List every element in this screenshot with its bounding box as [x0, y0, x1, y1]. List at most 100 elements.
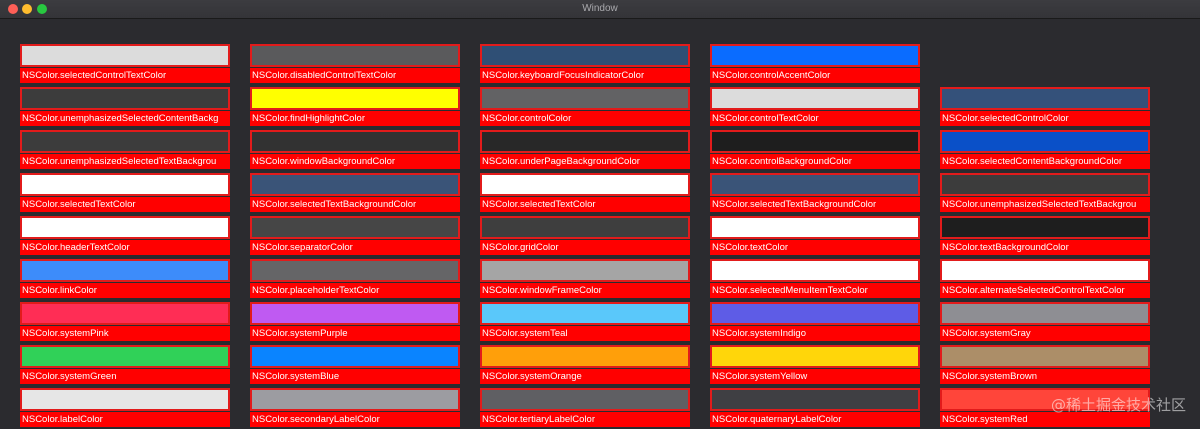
color-cell: NSColor.quaternaryLabelColor — [710, 388, 920, 428]
color-swatch-grid: NSColor.selectedControlTextColor NSColor.… — [0, 0, 1200, 429]
color-cell: NSColor.systemGray — [940, 302, 1150, 342]
color-cell: NSColor.underPageBackgroundColor — [480, 130, 690, 170]
color-cell: NSColor.systemOrange — [480, 345, 690, 385]
color-name-label: NSColor.quaternaryLabelColor — [710, 412, 920, 427]
color-cell: NSColor.controlBackgroundColor — [710, 130, 920, 170]
color-cell: NSColor.controlAccentColor — [710, 44, 920, 84]
color-name-label: NSColor.unemphasizedSelectedTextBackgrou — [20, 154, 230, 169]
color-swatch — [20, 87, 230, 110]
color-swatch — [250, 87, 460, 110]
color-name-label: NSColor.selectedTextColor — [480, 197, 690, 212]
color-cell: NSColor.selectedMenuItemTextColor — [710, 259, 920, 299]
color-swatch — [940, 345, 1150, 368]
color-name-label: NSColor.linkColor — [20, 283, 230, 298]
color-cell: NSColor.findHighlightColor — [250, 87, 460, 127]
color-cell: NSColor.systemYellow — [710, 345, 920, 385]
color-cell: NSColor.systemBrown — [940, 345, 1150, 385]
color-cell: NSColor.disabledControlTextColor — [250, 44, 460, 84]
color-cell: NSColor.systemIndigo — [710, 302, 920, 342]
color-swatch — [940, 130, 1150, 153]
color-swatch — [480, 345, 690, 368]
color-cell: NSColor.controlColor — [480, 87, 690, 127]
color-cell: NSColor.keyboardFocusIndicatorColor — [480, 44, 690, 84]
color-name-label: NSColor.disabledControlTextColor — [250, 68, 460, 83]
color-swatch — [20, 44, 230, 67]
color-swatch — [940, 302, 1150, 325]
color-name-label: NSColor.controlColor — [480, 111, 690, 126]
color-cell: NSColor.selectedTextColor — [20, 173, 230, 213]
color-name-label: NSColor.tertiaryLabelColor — [480, 412, 690, 427]
color-name-label: NSColor.textColor — [710, 240, 920, 255]
color-swatch — [710, 130, 920, 153]
color-name-label: NSColor.systemGreen — [20, 369, 230, 384]
color-swatch — [250, 173, 460, 196]
color-cell: NSColor.textBackgroundColor — [940, 216, 1150, 256]
color-swatch — [250, 216, 460, 239]
watermark: @稀土掘金技术社区 — [1050, 396, 1186, 414]
color-name-label: NSColor.systemYellow — [710, 369, 920, 384]
color-name-label: NSColor.selectedTextColor — [20, 197, 230, 212]
color-swatch — [480, 130, 690, 153]
color-name-label: NSColor.systemOrange — [480, 369, 690, 384]
color-swatch — [710, 345, 920, 368]
color-name-label: NSColor.alternateSelectedControlTextColo… — [940, 283, 1150, 298]
color-swatch — [250, 130, 460, 153]
color-cell: NSColor.headerTextColor — [20, 216, 230, 256]
color-swatch — [710, 259, 920, 282]
color-swatch — [20, 130, 230, 153]
color-cell: NSColor.selectedControlColor — [940, 87, 1150, 127]
color-swatch — [480, 388, 690, 411]
color-swatch — [710, 173, 920, 196]
color-name-label: NSColor.unemphasizedSelectedContentBackg — [20, 111, 230, 126]
color-swatch — [480, 302, 690, 325]
color-swatch — [710, 302, 920, 325]
color-swatch — [250, 44, 460, 67]
color-swatch — [480, 87, 690, 110]
color-name-label: NSColor.windowBackgroundColor — [250, 154, 460, 169]
color-cell: NSColor.unemphasizedSelectedTextBackgrou — [20, 130, 230, 170]
color-cell: NSColor.unemphasizedSelectedContentBackg — [20, 87, 230, 127]
color-swatch — [20, 259, 230, 282]
color-swatch — [20, 388, 230, 411]
color-swatch — [710, 44, 920, 67]
color-cell: NSColor.systemGreen — [20, 345, 230, 385]
color-swatch — [20, 173, 230, 196]
color-cell: NSColor.systemPink — [20, 302, 230, 342]
color-cell: NSColor.secondaryLabelColor — [250, 388, 460, 428]
color-name-label: NSColor.selectedControlColor — [940, 111, 1150, 126]
color-name-label: NSColor.headerTextColor — [20, 240, 230, 255]
color-name-label: NSColor.selectedTextBackgroundColor — [250, 197, 460, 212]
color-name-label: NSColor.unemphasizedSelectedTextBackgrou — [940, 197, 1150, 212]
color-cell: NSColor.gridColor — [480, 216, 690, 256]
color-swatch — [480, 216, 690, 239]
color-swatch — [940, 259, 1150, 282]
color-cell: NSColor.selectedTextBackgroundColor — [250, 173, 460, 213]
color-name-label: NSColor.systemIndigo — [710, 326, 920, 341]
color-name-label: NSColor.textBackgroundColor — [940, 240, 1150, 255]
color-swatch — [940, 216, 1150, 239]
color-name-label: NSColor.placeholderTextColor — [250, 283, 460, 298]
color-swatch — [940, 173, 1150, 196]
color-cell: NSColor.placeholderTextColor — [250, 259, 460, 299]
color-cell: NSColor.systemPurple — [250, 302, 460, 342]
color-cell: NSColor.selectedControlTextColor — [20, 44, 230, 84]
color-name-label: NSColor.selectedMenuItemTextColor — [710, 283, 920, 298]
color-cell: NSColor.textColor — [710, 216, 920, 256]
color-name-label: NSColor.controlAccentColor — [710, 68, 920, 83]
color-swatch — [480, 44, 690, 67]
color-cell: NSColor.unemphasizedSelectedTextBackgrou — [940, 173, 1150, 213]
color-cell: NSColor.systemBlue — [250, 345, 460, 385]
color-cell: NSColor.linkColor — [20, 259, 230, 299]
color-name-label: NSColor.selectedControlTextColor — [20, 68, 230, 83]
color-cell: NSColor.labelColor — [20, 388, 230, 428]
color-swatch — [250, 345, 460, 368]
color-name-label: NSColor.controlTextColor — [710, 111, 920, 126]
color-name-label: NSColor.keyboardFocusIndicatorColor — [480, 68, 690, 83]
color-swatch — [250, 388, 460, 411]
color-name-label: NSColor.labelColor — [20, 412, 230, 427]
color-name-label: NSColor.systemPink — [20, 326, 230, 341]
color-cell: NSColor.windowBackgroundColor — [250, 130, 460, 170]
color-swatch — [940, 87, 1150, 110]
color-name-label: NSColor.gridColor — [480, 240, 690, 255]
color-cell: NSColor.selectedContentBackgroundColor — [940, 130, 1150, 170]
